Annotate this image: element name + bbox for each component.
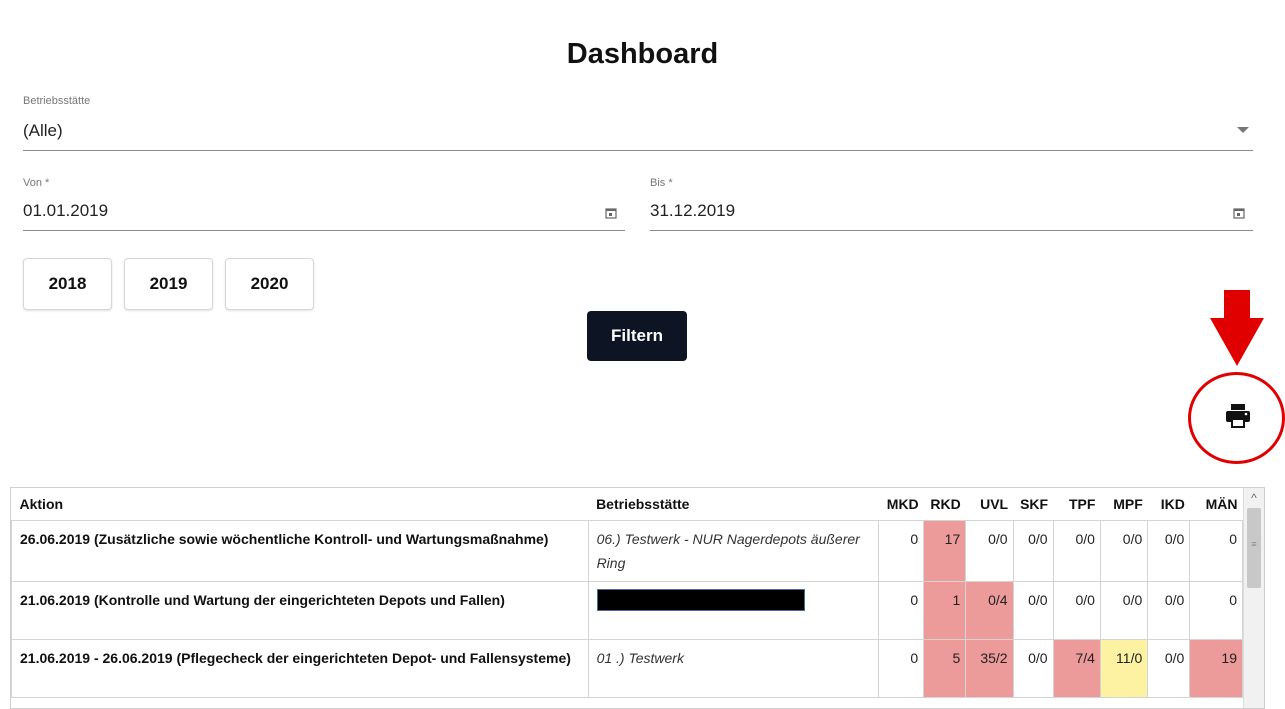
year-button-2020[interactable]: 2020: [225, 258, 314, 310]
cell-uvl: 0/0: [965, 519, 1014, 582]
von-date-field[interactable]: Von * 01.01.2019: [23, 177, 625, 231]
cell-uvl: 0/4: [965, 580, 1014, 640]
bis-value: 31.12.2019: [650, 201, 736, 220]
von-label: Von *: [23, 177, 50, 189]
column-header-mpf: MPF: [1113, 495, 1143, 512]
column-header-uvl: UVL: [980, 495, 1009, 512]
cell-skf: 0/0: [1012, 580, 1054, 640]
cell-skf: 0/0: [1012, 638, 1054, 698]
cell-maen: 19: [1189, 638, 1243, 698]
bis-label: Bis *: [650, 177, 673, 189]
results-table: Aktion Betriebsstätte MKD RKD UVL SKF TP…: [10, 487, 1265, 709]
calendar-icon[interactable]: [605, 207, 617, 222]
table-row[interactable]: 26.06.2019 (Zusätzliche sowie wöchentlic…: [11, 519, 1243, 582]
cell-mpf: 0/0: [1099, 519, 1149, 582]
cell-tpf: 0/0: [1052, 519, 1101, 582]
column-header-mkd: MKD: [886, 495, 919, 512]
column-header-tpf: TPF: [1068, 495, 1096, 512]
scroll-thumb[interactable]: ≡: [1247, 508, 1261, 588]
cell-aktion: 21.06.2019 (Kontrolle und Wartung der ei…: [11, 580, 589, 640]
betriebsstaette-select[interactable]: Betriebsstätte (Alle): [23, 95, 1253, 151]
calendar-icon[interactable]: [1233, 207, 1245, 222]
cell-ikd: 0/0: [1147, 580, 1191, 640]
cell-mpf: 11/0: [1099, 638, 1149, 698]
cell-tpf: 0/0: [1052, 580, 1101, 640]
cell-ikd: 0/0: [1147, 519, 1191, 582]
cell-betriebsstaette-redacted: [587, 580, 879, 640]
cell-skf: 0/0: [1012, 519, 1054, 582]
cell-mpf: 0/0: [1099, 580, 1149, 640]
year-button-2019[interactable]: 2019: [124, 258, 213, 310]
table-scrollbar[interactable]: ^ ≡: [1243, 488, 1264, 708]
cell-ikd: 0/0: [1147, 638, 1191, 698]
grip-icon: ≡: [1251, 539, 1257, 549]
cell-rkd: 17: [923, 519, 967, 582]
betriebsstaette-label: Betriebsstätte: [23, 95, 91, 107]
column-header-maen: MÄN: [1205, 495, 1238, 512]
dropdown-arrow-icon[interactable]: [1237, 127, 1249, 133]
cell-mkd: 0: [877, 580, 925, 640]
year-button-2018[interactable]: 2018: [23, 258, 112, 310]
table-row[interactable]: 21.06.2019 - 26.06.2019 (Pflegecheck der…: [11, 638, 1243, 698]
filter-button[interactable]: Filtern: [587, 311, 687, 361]
bis-date-field[interactable]: Bis * 31.12.2019: [650, 177, 1253, 231]
annotation-arrow: [1224, 290, 1250, 320]
column-header-aktion: Aktion: [19, 495, 64, 512]
table-row[interactable]: 21.06.2019 (Kontrolle und Wartung der ei…: [11, 580, 1243, 640]
annotation-arrow-head: [1210, 318, 1264, 366]
table-header-row: Aktion Betriebsstätte MKD RKD UVL SKF TP…: [12, 488, 1243, 520]
redaction-block: [596, 588, 805, 611]
column-header-skf: SKF: [1020, 495, 1049, 512]
scroll-up-icon[interactable]: ^: [1244, 488, 1264, 506]
cell-aktion: 21.06.2019 - 26.06.2019 (Pflegecheck der…: [11, 638, 589, 698]
column-header-ikd: IKD: [1160, 495, 1185, 512]
cell-tpf: 7/4: [1052, 638, 1101, 698]
cell-mkd: 0: [877, 638, 925, 698]
column-header-betriebsstaette: Betriebsstätte: [596, 495, 690, 512]
cell-betriebsstaette: 01 .) Testwerk: [587, 638, 879, 698]
page-title: Dashboard: [566, 38, 719, 70]
cell-betriebsstaette: 06.) Testwerk - NUR Nagerdepots äußerer …: [587, 519, 879, 582]
print-icon[interactable]: [1225, 402, 1251, 430]
betriebsstaette-value: (Alle): [23, 121, 63, 140]
cell-rkd: 5: [923, 638, 967, 698]
column-header-rkd: RKD: [930, 495, 961, 512]
cell-maen: 0: [1189, 519, 1243, 582]
cell-mkd: 0: [877, 519, 925, 582]
cell-maen: 0: [1189, 580, 1243, 640]
cell-uvl: 35/2: [965, 638, 1014, 698]
cell-aktion: 26.06.2019 (Zusätzliche sowie wöchentlic…: [11, 519, 589, 582]
cell-rkd: 1: [923, 580, 967, 640]
von-value: 01.01.2019: [23, 201, 109, 220]
